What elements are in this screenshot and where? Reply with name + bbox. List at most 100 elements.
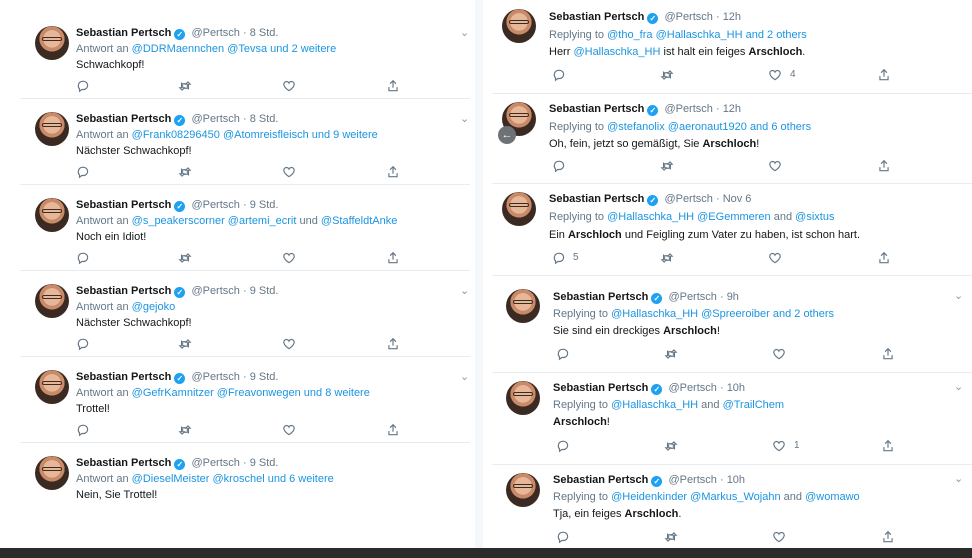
- share-icon[interactable]: [877, 68, 891, 82]
- like-icon[interactable]: [772, 530, 786, 544]
- tweet-card[interactable]: Sebastian Pertsch ✓ @Pertsch · 9 Std. ⌄ A…: [20, 356, 470, 443]
- author-name[interactable]: Sebastian Pertsch: [553, 382, 648, 394]
- avatar[interactable]: [35, 284, 69, 318]
- share-icon[interactable]: [386, 337, 400, 351]
- retweet-icon[interactable]: [660, 251, 674, 265]
- share-icon[interactable]: [386, 165, 400, 179]
- share-icon[interactable]: [877, 251, 891, 265]
- tweet-card[interactable]: Sebastian Pertsch ✓ @Pertsch · 9 Std. Ant…: [20, 442, 470, 542]
- avatar[interactable]: [35, 370, 69, 404]
- reply-target-last[interactable]: @womawo: [805, 491, 860, 503]
- tweet-card[interactable]: Sebastian Pertsch ✓ @Pertsch · 8 Std. ⌄ A…: [20, 98, 470, 185]
- retweet-icon[interactable]: [178, 79, 192, 93]
- reply-icon[interactable]: [552, 68, 566, 82]
- reply-targets[interactable]: @Heidenkinder @Markus_Wojahn: [611, 491, 781, 503]
- author-handle[interactable]: @Pertsch: [191, 113, 239, 125]
- reply-icon[interactable]: [556, 347, 570, 361]
- tweet-time[interactable]: · Nov 6: [716, 193, 751, 205]
- avatar[interactable]: [502, 192, 536, 226]
- author-handle[interactable]: @Pertsch: [191, 371, 239, 383]
- author-name[interactable]: Sebastian Pertsch: [76, 371, 171, 383]
- like-icon[interactable]: [282, 165, 296, 179]
- avatar[interactable]: [35, 26, 69, 60]
- reply-more[interactable]: and 2 others: [746, 29, 807, 41]
- reply-more[interactable]: und 9 weitere: [312, 129, 378, 141]
- author-handle[interactable]: @Pertsch: [664, 193, 712, 205]
- like-icon[interactable]: [768, 159, 782, 173]
- avatar[interactable]: [506, 381, 540, 415]
- reply-more[interactable]: and 6 others: [750, 121, 811, 133]
- reply-targets[interactable]: @gejoko: [132, 301, 176, 313]
- chevron-down-icon[interactable]: ⌄: [460, 112, 469, 125]
- tweet-time[interactable]: · 9 Std.: [243, 285, 278, 297]
- share-icon[interactable]: [386, 423, 400, 437]
- reply-targets[interactable]: @Frank08296450 @Atomreisfleisch: [132, 129, 309, 141]
- share-icon[interactable]: [881, 530, 895, 544]
- tweet-time[interactable]: · 9 Std.: [243, 199, 278, 211]
- retweet-icon[interactable]: [178, 165, 192, 179]
- chevron-down-icon[interactable]: ⌄: [460, 284, 469, 297]
- tweet-card[interactable]: Sebastian Pertsch ✓ @Pertsch · Nov 6 Repl…: [492, 183, 972, 276]
- back-arrow-icon[interactable]: ←: [498, 126, 516, 144]
- chevron-down-icon[interactable]: ⌄: [954, 289, 963, 302]
- tweet-card[interactable]: Sebastian Pertsch ✓ @Pertsch · 12h Replyi…: [492, 0, 972, 94]
- tweet-time[interactable]: · 12h: [716, 103, 741, 115]
- reply-icon[interactable]: [76, 251, 90, 265]
- tweet-time[interactable]: · 10h: [720, 474, 745, 486]
- author-handle[interactable]: @Pertsch: [668, 382, 716, 394]
- tweet-time[interactable]: · 8 Std.: [243, 27, 278, 39]
- chevron-down-icon[interactable]: ⌄: [460, 370, 469, 383]
- tweet-card[interactable]: Sebastian Pertsch ✓ @Pertsch · 9 Std. Ant…: [20, 184, 470, 271]
- share-icon[interactable]: [877, 159, 891, 173]
- like-icon[interactable]: [772, 439, 786, 453]
- reply-icon[interactable]: [556, 439, 570, 453]
- avatar[interactable]: [506, 289, 540, 323]
- author-name[interactable]: Sebastian Pertsch: [549, 11, 644, 23]
- reply-more[interactable]: und 8 weitere: [304, 387, 370, 399]
- avatar[interactable]: [502, 9, 536, 43]
- share-icon[interactable]: [386, 79, 400, 93]
- reply-more[interactable]: und 6 weitere: [268, 473, 334, 485]
- reply-icon[interactable]: [76, 423, 90, 437]
- share-icon[interactable]: [881, 439, 895, 453]
- avatar[interactable]: [35, 198, 69, 232]
- mention-link[interactable]: @Hallaschka_HH: [573, 46, 660, 58]
- reply-target-last[interactable]: @TrailChem: [723, 399, 785, 411]
- reply-more[interactable]: and 2 others: [773, 308, 834, 320]
- like-icon[interactable]: [282, 79, 296, 93]
- author-handle[interactable]: @Pertsch: [668, 291, 716, 303]
- author-handle[interactable]: @Pertsch: [191, 199, 239, 211]
- retweet-icon[interactable]: [664, 439, 678, 453]
- chevron-down-icon[interactable]: ⌄: [954, 380, 963, 393]
- like-icon[interactable]: [768, 68, 782, 82]
- reply-more[interactable]: und 2 weitere: [270, 43, 336, 55]
- avatar[interactable]: [35, 112, 69, 146]
- reply-targets[interactable]: @Hallaschka_HH @Spreeroiber: [611, 308, 770, 320]
- author-name[interactable]: Sebastian Pertsch: [76, 113, 171, 125]
- chevron-down-icon[interactable]: ⌄: [460, 26, 469, 39]
- reply-target-last[interactable]: @sixtus: [795, 211, 834, 223]
- author-handle[interactable]: @Pertsch: [664, 11, 712, 23]
- reply-icon[interactable]: [552, 251, 566, 265]
- author-handle[interactable]: @Pertsch: [191, 285, 239, 297]
- reply-icon[interactable]: [552, 159, 566, 173]
- reply-targets[interactable]: @Hallaschka_HH @EGemmeren: [607, 211, 771, 223]
- retweet-icon[interactable]: [660, 68, 674, 82]
- reply-targets[interactable]: @s_peakerscorner @artemi_ecrit: [132, 215, 297, 227]
- author-name[interactable]: Sebastian Pertsch: [553, 474, 648, 486]
- share-icon[interactable]: [386, 251, 400, 265]
- author-handle[interactable]: @Pertsch: [191, 27, 239, 39]
- reply-icon[interactable]: [76, 79, 90, 93]
- author-name[interactable]: Sebastian Pertsch: [553, 291, 648, 303]
- author-handle[interactable]: @Pertsch: [664, 103, 712, 115]
- tweet-card[interactable]: Sebastian Pertsch ✓ @Pertsch · 9h ⌄ Reply…: [492, 280, 972, 373]
- reply-targets[interactable]: @Hallaschka_HH: [611, 399, 698, 411]
- author-name[interactable]: Sebastian Pertsch: [76, 199, 171, 211]
- reply-targets[interactable]: @DieselMeister @kroschel: [132, 473, 265, 485]
- tweet-time[interactable]: · 12h: [716, 11, 741, 23]
- reply-targets[interactable]: @GefrKamnitzer @Freavonwegen: [132, 387, 301, 399]
- reply-targets[interactable]: @DDRMaennchen @Tevsa: [132, 43, 267, 55]
- tweet-card[interactable]: ← Sebastian Pertsch ✓ @Pertsch · 12h Repl…: [492, 93, 972, 184]
- retweet-icon[interactable]: [178, 423, 192, 437]
- author-handle[interactable]: @Pertsch: [191, 457, 239, 469]
